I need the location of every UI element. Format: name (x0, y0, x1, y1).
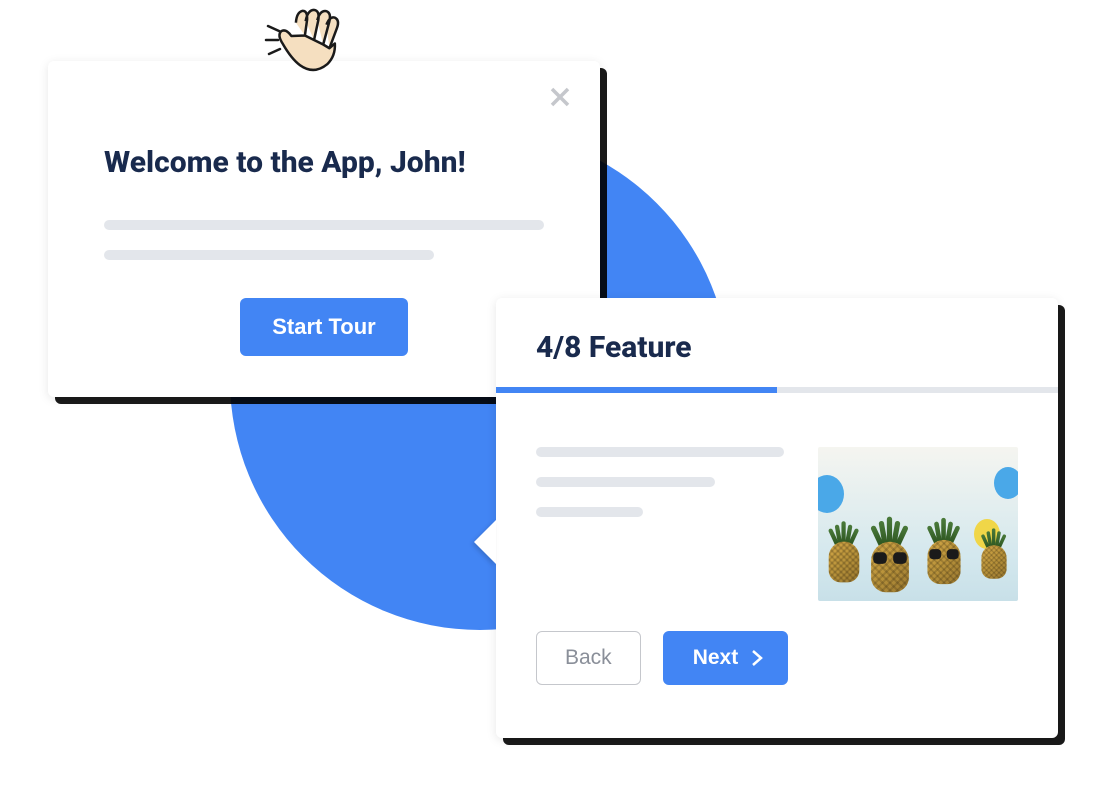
back-button[interactable]: Back (536, 631, 641, 685)
start-tour-button[interactable]: Start Tour (240, 298, 407, 356)
close-button[interactable] (546, 83, 574, 111)
feature-step-title: 4/8 Feature (496, 298, 1058, 387)
close-icon (549, 86, 571, 108)
next-button-label: Next (693, 646, 739, 670)
next-button[interactable]: Next (663, 631, 789, 685)
chevron-right-icon (750, 648, 764, 668)
feature-image (818, 447, 1018, 601)
welcome-title: Welcome to the App, John! (104, 145, 544, 180)
welcome-body-placeholder (104, 220, 544, 260)
feature-body-placeholder (536, 447, 784, 601)
feature-tooltip: 4/8 Feature (496, 298, 1058, 738)
tooltip-pointer (474, 520, 496, 564)
waving-hand-icon (256, 0, 356, 88)
